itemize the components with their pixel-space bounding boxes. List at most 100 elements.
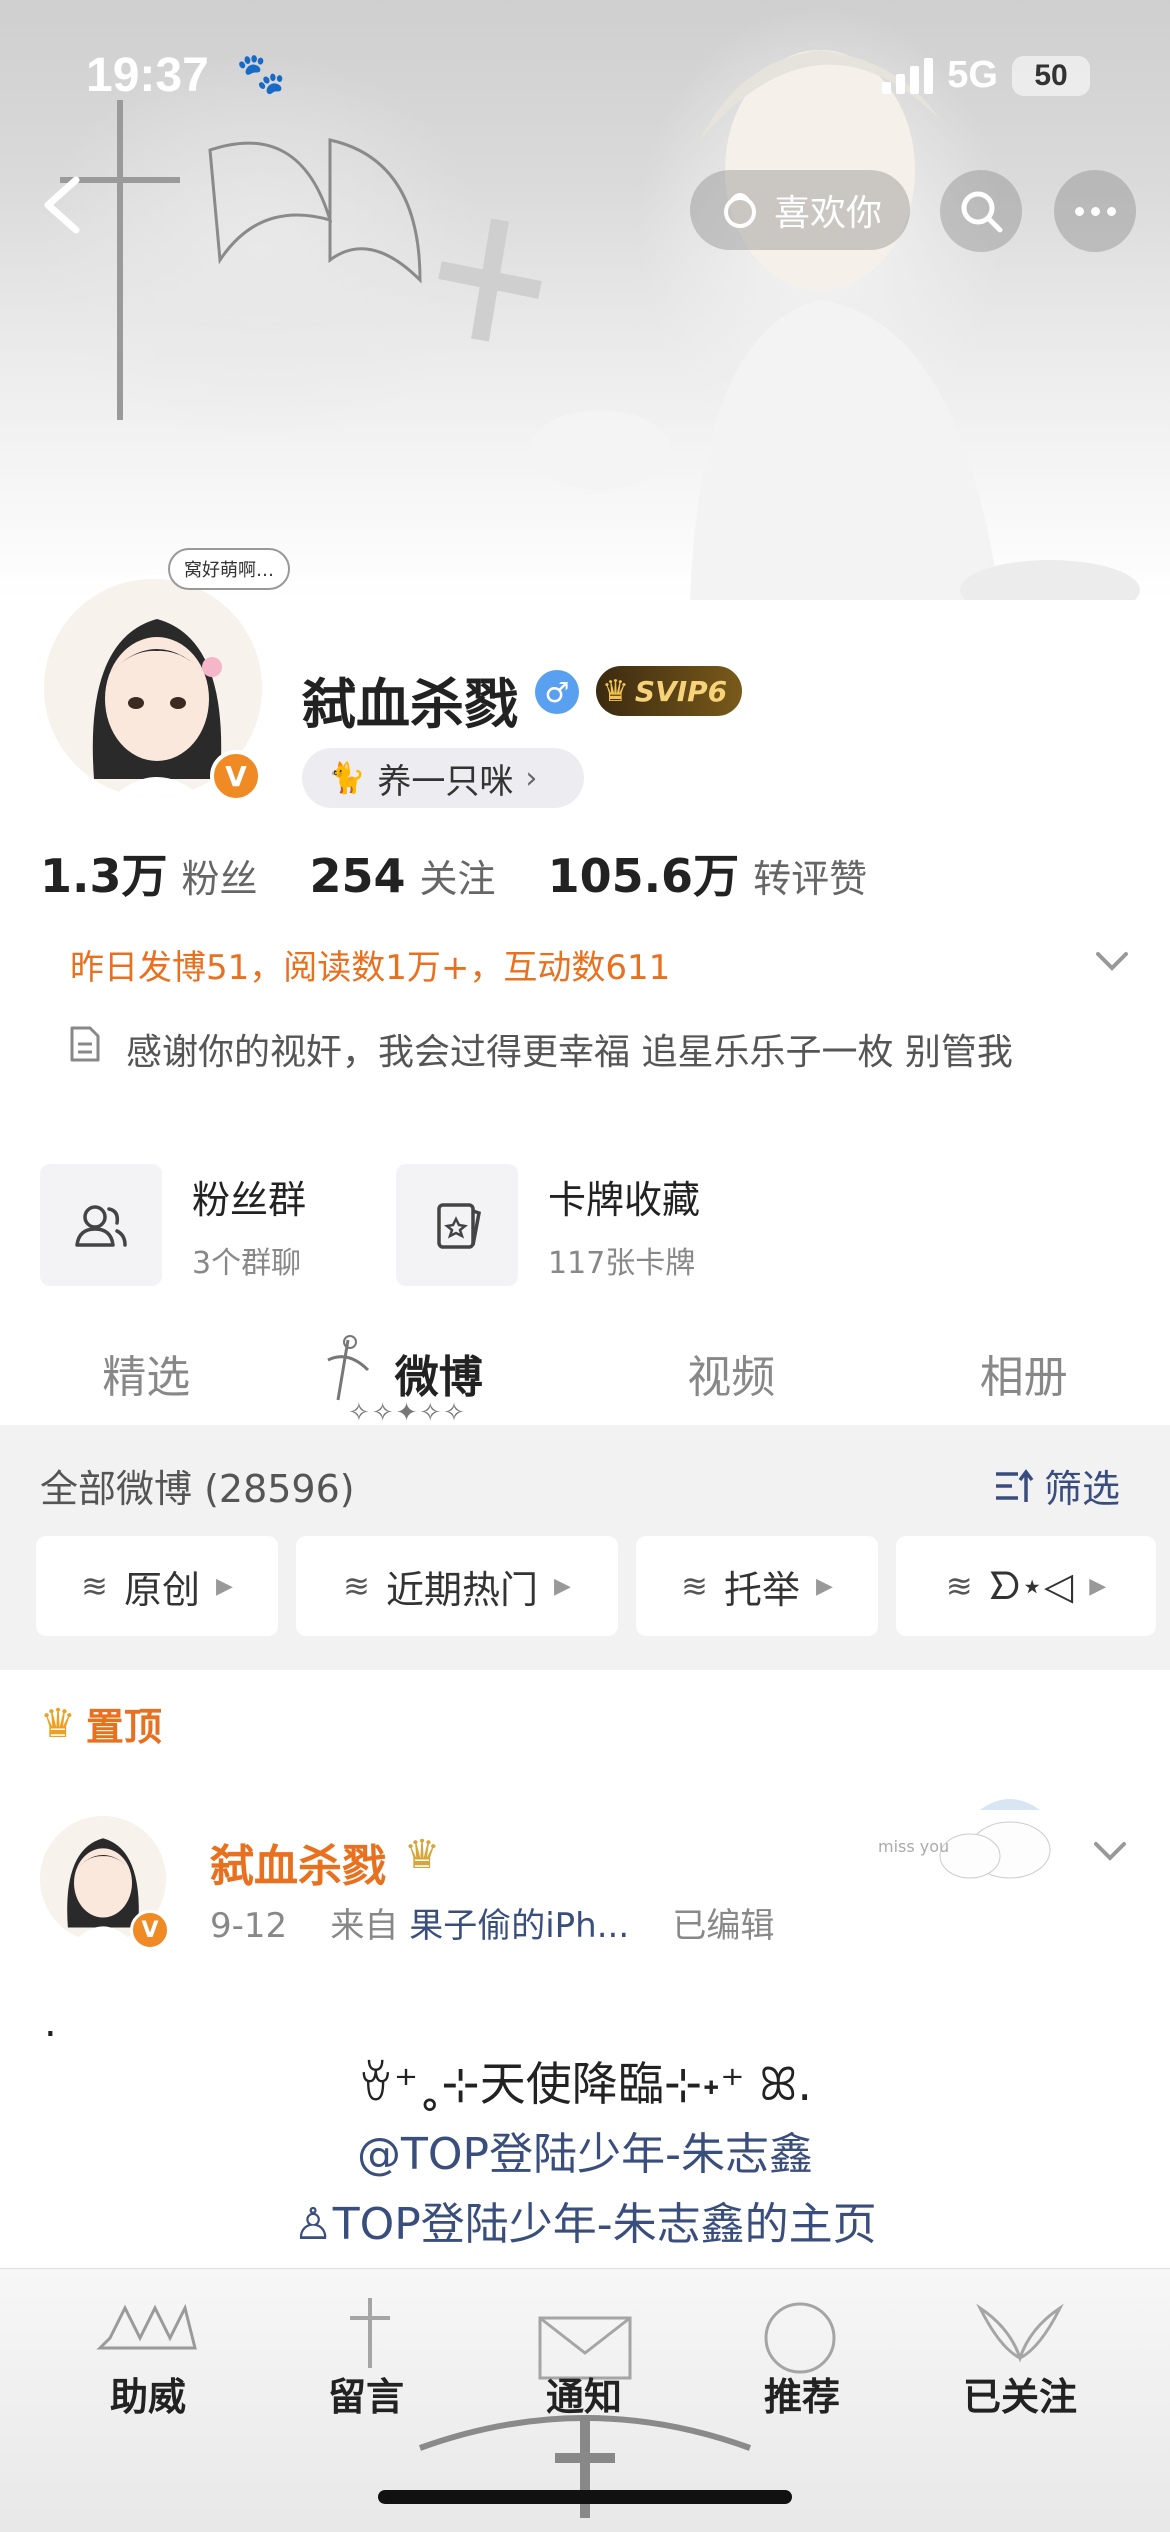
vip-crown-icon: ♛ xyxy=(404,1832,440,1878)
verified-badge-icon: V xyxy=(210,750,262,802)
post-homepage-link[interactable]: ♙TOP登陆少年-朱志鑫的主页 xyxy=(0,2188,1170,2252)
notify-button[interactable]: 通知 xyxy=(504,2366,664,2421)
svg-text:miss you: miss you xyxy=(878,1837,949,1856)
layers-icon: ≋ xyxy=(81,1567,108,1605)
search-button[interactable] xyxy=(940,170,1022,252)
search-icon xyxy=(961,191,1003,233)
chip-label: 托举 xyxy=(723,1567,800,1612)
tab-featured[interactable]: 精选 xyxy=(0,1320,293,1425)
post-mention-link[interactable]: @TOP登陆少年-朱志鑫 xyxy=(0,2118,1170,2182)
triangle-right-icon: ▶ xyxy=(815,1573,833,1599)
stat-value: 1.3万 xyxy=(40,849,168,903)
post-source-prefix: 来自 xyxy=(330,1906,399,1946)
stat-value: 254 xyxy=(309,849,406,903)
crown-icon: ♛ xyxy=(602,673,629,709)
heart-hand-icon xyxy=(723,193,756,228)
status-bar: 19:37 🐾 5G 50 xyxy=(0,0,1170,150)
tab-albums[interactable]: 相册 xyxy=(878,1320,1170,1425)
post-text-title: ꈊ⁺˳⊹天使降臨⊹˖⁺ ꕤ. xyxy=(357,2057,813,2111)
all-posts-count: 全部微博 (28596) xyxy=(40,1467,355,1511)
back-icon[interactable] xyxy=(32,170,92,240)
like-label: 喜欢你 xyxy=(773,193,882,234)
dot-icon xyxy=(1106,206,1116,216)
post-date: 9-12 xyxy=(210,1906,288,1946)
layers-icon: ≋ xyxy=(681,1567,708,1605)
svip-badge[interactable]: ♛ SVIP6 xyxy=(596,666,742,716)
triangle-right-icon: ▶ xyxy=(553,1573,571,1599)
layers-icon: ≋ xyxy=(343,1567,370,1605)
status-indicators: 5G 50 xyxy=(882,54,1090,97)
battery-level: 50 xyxy=(1034,58,1068,92)
followers-stat[interactable]: 1.3万 粉丝 xyxy=(40,840,258,906)
person-icon: ♙ xyxy=(293,2199,333,2250)
chip-original[interactable]: ≋ 原创 ▶ xyxy=(36,1536,278,1636)
reposts-comments-likes-stat[interactable]: 105.6万 转评赞 xyxy=(548,840,868,906)
active-tab-indicator: ✧✧✦✧✧ xyxy=(348,1398,467,1428)
verified-badge-icon: V xyxy=(130,1910,170,1950)
pinned-text: 置顶 xyxy=(85,1705,162,1749)
stat-value: 105.6万 xyxy=(547,849,740,903)
card-title: 卡牌收藏 xyxy=(548,1177,701,1222)
profile-bio: 感谢你的视奸，我会过得更幸福 追星乐乐子一枚 别管我 xyxy=(126,1032,1013,1073)
profile-tabs: 精选 微博 视频 相册 xyxy=(0,1320,1170,1425)
document-icon xyxy=(70,1026,100,1062)
home-indicator xyxy=(378,2490,792,2504)
followed-button[interactable]: 已关注 xyxy=(940,2366,1100,2421)
activity-summary: 昨日发博51，阅读数1万+，互动数611 xyxy=(70,948,671,988)
post-author-name[interactable]: 弑血杀戮 xyxy=(210,1830,386,1894)
more-options-button[interactable] xyxy=(1054,170,1136,252)
card-title: 粉丝群 xyxy=(192,1177,307,1222)
battery-icon: 50 xyxy=(1012,55,1090,96)
profile-stats: 1.3万 粉丝 254 关注 105.6万 转评赞 xyxy=(40,840,919,906)
post-meta: 9-12 来自 果子偷的iPh... 已编辑 xyxy=(210,1898,774,1947)
chip-label: ᗤ⋆◁ xyxy=(988,1563,1074,1608)
raise-cat-button[interactable]: 🐈 养一只咪 › xyxy=(302,748,584,808)
stat-label: 关注 xyxy=(419,857,496,901)
pinned-label: ♛ 置顶 xyxy=(40,1696,162,1751)
cellular-signal-icon xyxy=(882,57,934,94)
network-type: 5G xyxy=(947,54,998,96)
chevron-down-icon[interactable] xyxy=(1090,1830,1130,1870)
layers-icon: ≋ xyxy=(945,1567,973,1605)
status-time: 19:37 xyxy=(86,49,209,102)
card-icon xyxy=(396,1164,519,1286)
profile-username: 弑血杀戮 xyxy=(302,673,518,736)
filter-chips: ≋ 原创 ▶ ≋ 近期热门 ▶ ≋ 托举 ▶ ≋ ᗤ⋆◁ ▶ xyxy=(36,1536,1156,1636)
post-source[interactable]: 果子偷的iPh... xyxy=(409,1906,629,1946)
cheer-button[interactable]: 助威 xyxy=(68,2366,228,2421)
filter-button[interactable]: 筛选 xyxy=(994,1458,1120,1513)
stat-label: 粉丝 xyxy=(181,857,258,901)
card-subtitle: 117张卡牌 xyxy=(548,1245,696,1281)
male-gender-icon: ♂ xyxy=(535,670,579,714)
message-button[interactable]: 留言 xyxy=(286,2366,446,2421)
paw-icon: 🐾 xyxy=(236,51,286,97)
svip-label: SVIP6 xyxy=(634,674,728,708)
miss-you-sticker: miss you xyxy=(878,1799,1051,1879)
following-stat[interactable]: 254 关注 xyxy=(310,848,496,903)
chevron-down-icon[interactable] xyxy=(1092,940,1132,980)
chevron-right-icon: › xyxy=(525,760,538,796)
like-button[interactable]: 喜欢你 xyxy=(690,170,910,250)
triangle-right-icon: ▶ xyxy=(215,1573,233,1599)
chip-recent-hot[interactable]: ≋ 近期热门 ▶ xyxy=(296,1536,618,1636)
avatar-speech-bubble: 窝好萌啊… xyxy=(168,548,290,590)
homepage-link-text: TOP登陆少年-朱志鑫的主页 xyxy=(332,2199,877,2250)
chip-label: 近期热门 xyxy=(385,1567,538,1612)
recommend-button[interactable]: 推荐 xyxy=(722,2366,882,2421)
stat-label: 转评赞 xyxy=(753,857,868,901)
card-subtitle: 3个群聊 xyxy=(192,1245,302,1281)
triangle-right-icon: ▶ xyxy=(1089,1573,1107,1599)
chip-support[interactable]: ≋ 托举 ▶ xyxy=(636,1536,878,1636)
crown-icon: ♛ xyxy=(40,1700,76,1747)
filter-label: 筛选 xyxy=(1044,1467,1121,1511)
dot-icon xyxy=(1074,206,1084,216)
card-collection-card[interactable]: 卡牌收藏 117张卡牌 xyxy=(396,1164,700,1286)
post-edited: 已编辑 xyxy=(672,1906,775,1946)
feature-cards: 粉丝群 3个群聊 卡牌收藏 117张卡牌 xyxy=(40,1164,700,1286)
fan-group-card[interactable]: 粉丝群 3个群聊 xyxy=(40,1164,306,1286)
chip-label: 原创 xyxy=(123,1567,200,1612)
post-text-dot: . xyxy=(44,2000,57,2046)
tab-videos[interactable]: 视频 xyxy=(585,1320,878,1425)
chip-custom[interactable]: ≋ ᗤ⋆◁ ▶ xyxy=(896,1536,1156,1636)
group-icon xyxy=(40,1164,162,1286)
